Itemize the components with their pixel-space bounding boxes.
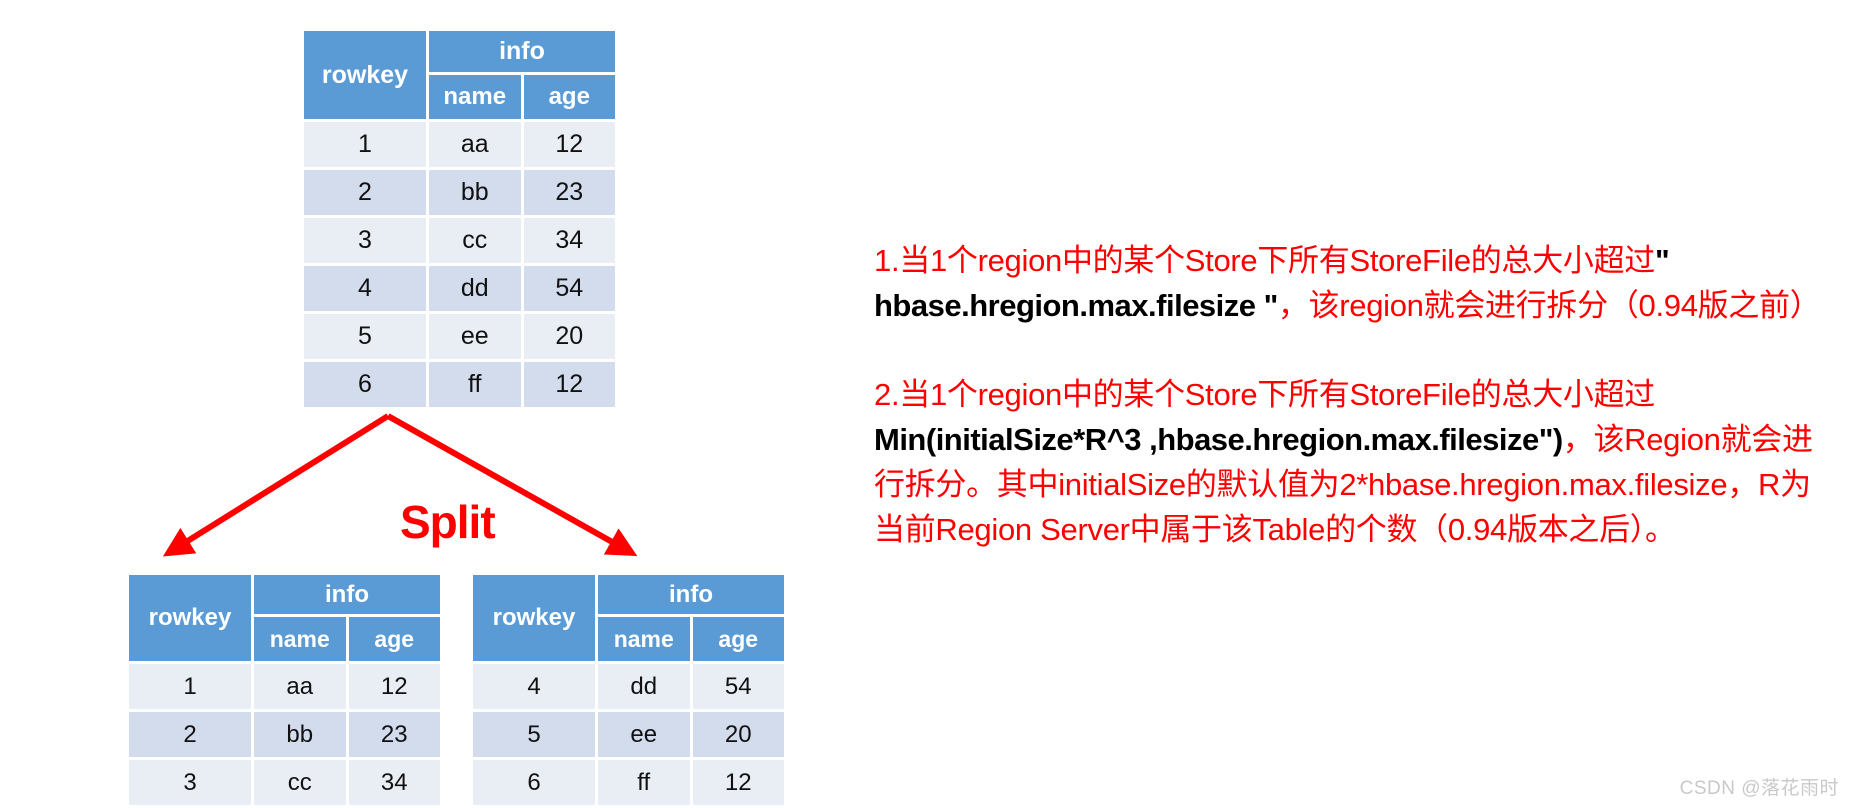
- note-2-part-1: 2.当1个region中的某个Store下所有StoreFile的总大小超过: [874, 377, 1656, 412]
- cell-name: dd: [429, 266, 521, 311]
- cell-age: 54: [692, 664, 784, 709]
- note-1-part-2: ，该region就会进行拆分（0.94版之前）: [1277, 288, 1821, 323]
- table-row: 2 bb 23: [129, 712, 440, 757]
- split-label: Split: [400, 496, 496, 548]
- child-region-table-left: rowkey info name age 1 aa 12 2 bb 23 3 c…: [126, 572, 443, 808]
- cell-rowkey: 3: [304, 218, 426, 263]
- table-header-row-1: rowkey info: [129, 575, 440, 661]
- parent-table-body: 1 aa 12 2 bb 23 3 cc 34 4 dd 54 5 ee 20 …: [304, 122, 615, 407]
- table-row: 3 cc 34: [129, 760, 440, 805]
- child-left-table-body: 1 aa 12 2 bb 23 3 cc 34: [129, 664, 440, 805]
- parent-region-table: rowkey info name age 1 aa 12 2 bb 23 3 c…: [301, 28, 618, 410]
- cell-name: ff: [429, 362, 521, 407]
- header-rowkey: rowkey: [473, 575, 595, 661]
- cell-age: 34: [348, 760, 440, 805]
- note-1-part-1: 1.当1个region中的某个Store下所有StoreFile的总大小超过: [874, 243, 1656, 278]
- cell-rowkey: 3: [129, 760, 251, 805]
- cell-name: ff: [598, 760, 690, 805]
- table-row: 6 ff 12: [304, 362, 615, 407]
- header-name: name: [429, 75, 521, 119]
- cell-name: aa: [429, 122, 521, 167]
- table-row: 5 ee 20: [473, 712, 784, 757]
- parent-table-head: rowkey info name age: [304, 31, 615, 119]
- header-info: info: [429, 31, 615, 73]
- cell-rowkey: 4: [473, 664, 595, 709]
- cell-name: bb: [254, 712, 346, 757]
- cell-name: cc: [254, 760, 346, 805]
- note-2-emphasis: Min(initialSize*R^3 ,hbase.hregion.max.f…: [874, 422, 1563, 457]
- cell-rowkey: 1: [304, 122, 426, 167]
- header-age: age: [692, 617, 784, 661]
- header-rowkey: rowkey: [304, 31, 426, 119]
- table-header-row-1: rowkey info: [473, 575, 784, 661]
- child-region-table-right: rowkey info name age 4 dd 54 5 ee 20 6 f…: [470, 572, 787, 808]
- cell-name: bb: [429, 170, 521, 215]
- csdn-watermark: CSDN @落花雨时: [1679, 778, 1839, 799]
- table-header-row-1: rowkey info: [304, 31, 615, 119]
- cell-age: 12: [348, 664, 440, 709]
- cell-rowkey: 6: [304, 362, 426, 407]
- cell-rowkey: 5: [304, 314, 426, 359]
- cell-age: 20: [523, 314, 615, 359]
- table-row: 5 ee 20: [304, 314, 615, 359]
- cell-name: cc: [429, 218, 521, 263]
- cell-age: 12: [692, 760, 784, 805]
- table-row: 4 dd 54: [304, 266, 615, 311]
- cell-age: 20: [692, 712, 784, 757]
- child-left-table-head: rowkey info name age: [129, 575, 440, 661]
- cell-rowkey: 2: [304, 170, 426, 215]
- child-right-table-body: 4 dd 54 5 ee 20 6 ff 12: [473, 664, 784, 805]
- header-name: name: [598, 617, 690, 661]
- header-info: info: [254, 575, 440, 615]
- cell-age: 23: [348, 712, 440, 757]
- cell-age: 12: [523, 362, 615, 407]
- header-name: name: [254, 617, 346, 661]
- table-row: 4 dd 54: [473, 664, 784, 709]
- cell-rowkey: 4: [304, 266, 426, 311]
- cell-age: 34: [523, 218, 615, 263]
- split-arrow-left: [162, 413, 390, 557]
- table-row: 3 cc 34: [304, 218, 615, 263]
- cell-name: ee: [429, 314, 521, 359]
- cell-age: 23: [523, 170, 615, 215]
- cell-name: ee: [598, 712, 690, 757]
- annotation-notes: 1.当1个region中的某个Store下所有StoreFile的总大小超过" …: [874, 238, 1834, 596]
- cell-age: 54: [523, 266, 615, 311]
- child-right-table-head: rowkey info name age: [473, 575, 784, 661]
- split-arrows-graphic: [162, 413, 638, 557]
- header-age: age: [348, 617, 440, 661]
- cell-age: 12: [523, 122, 615, 167]
- note-paragraph-1: 1.当1个region中的某个Store下所有StoreFile的总大小超过" …: [874, 238, 1834, 328]
- cell-rowkey: 2: [129, 712, 251, 757]
- table-row: 6 ff 12: [473, 760, 784, 805]
- table-row: 1 aa 12: [304, 122, 615, 167]
- cell-rowkey: 5: [473, 712, 595, 757]
- note-paragraph-2: 2.当1个region中的某个Store下所有StoreFile的总大小超过 Mi…: [874, 372, 1834, 552]
- table-row: 1 aa 12: [129, 664, 440, 709]
- table-row: 2 bb 23: [304, 170, 615, 215]
- header-info: info: [598, 575, 784, 615]
- cell-rowkey: 6: [473, 760, 595, 805]
- header-rowkey: rowkey: [129, 575, 251, 661]
- cell-rowkey: 1: [129, 664, 251, 709]
- cell-name: dd: [598, 664, 690, 709]
- header-age: age: [523, 75, 615, 119]
- cell-name: aa: [254, 664, 346, 709]
